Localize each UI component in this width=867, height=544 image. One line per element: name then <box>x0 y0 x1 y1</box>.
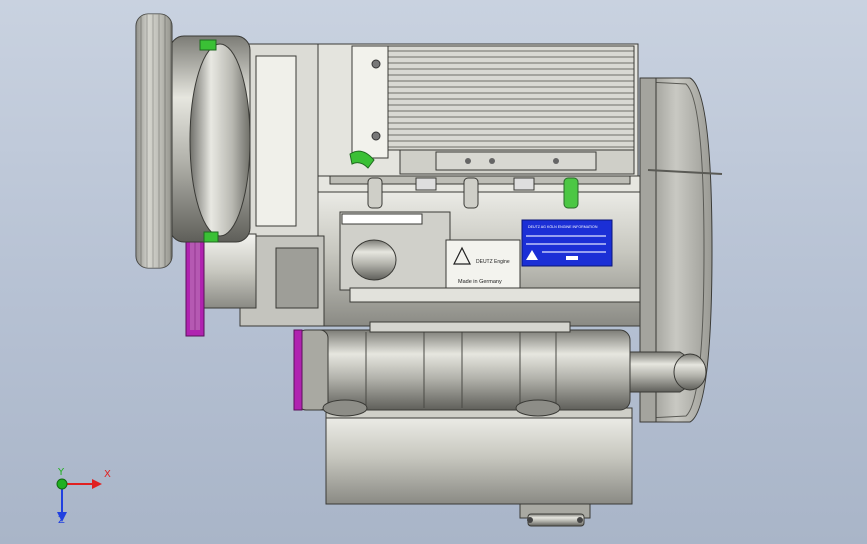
axis-triad: X Y Z <box>44 462 114 532</box>
exhaust-manifold[interactable] <box>293 321 631 417</box>
cooling-fin-housing[interactable] <box>297 43 639 177</box>
x-axis-label: X <box>104 469 111 480</box>
brand-text: DEUTZ Engine <box>476 259 510 265</box>
cad-viewport[interactable]: DEUTZ Engine Made in Germany DEUTZ AG KÖ… <box>0 0 867 544</box>
x-arrowhead-icon <box>92 479 102 489</box>
z-axis-label: Z <box>58 515 65 526</box>
y-axis-label: Y <box>58 467 65 478</box>
y-axis-dot-icon <box>56 478 68 490</box>
origin-text: Made in Germany <box>458 279 502 285</box>
brand-plate: DEUTZ Engine Made in Germany <box>445 239 521 289</box>
crankshaft-pulley[interactable] <box>135 13 251 269</box>
engine-model[interactable]: DEUTZ Engine Made in Germany DEUTZ AG KÖ… <box>0 0 867 544</box>
engine-nameplate: DEUTZ AG KÖLN ENGINE INFORMATION <box>521 219 613 267</box>
oil-sump[interactable] <box>325 407 633 527</box>
starter-cone[interactable] <box>625 351 707 393</box>
nameplate-header: DEUTZ AG KÖLN ENGINE INFORMATION <box>528 225 598 229</box>
